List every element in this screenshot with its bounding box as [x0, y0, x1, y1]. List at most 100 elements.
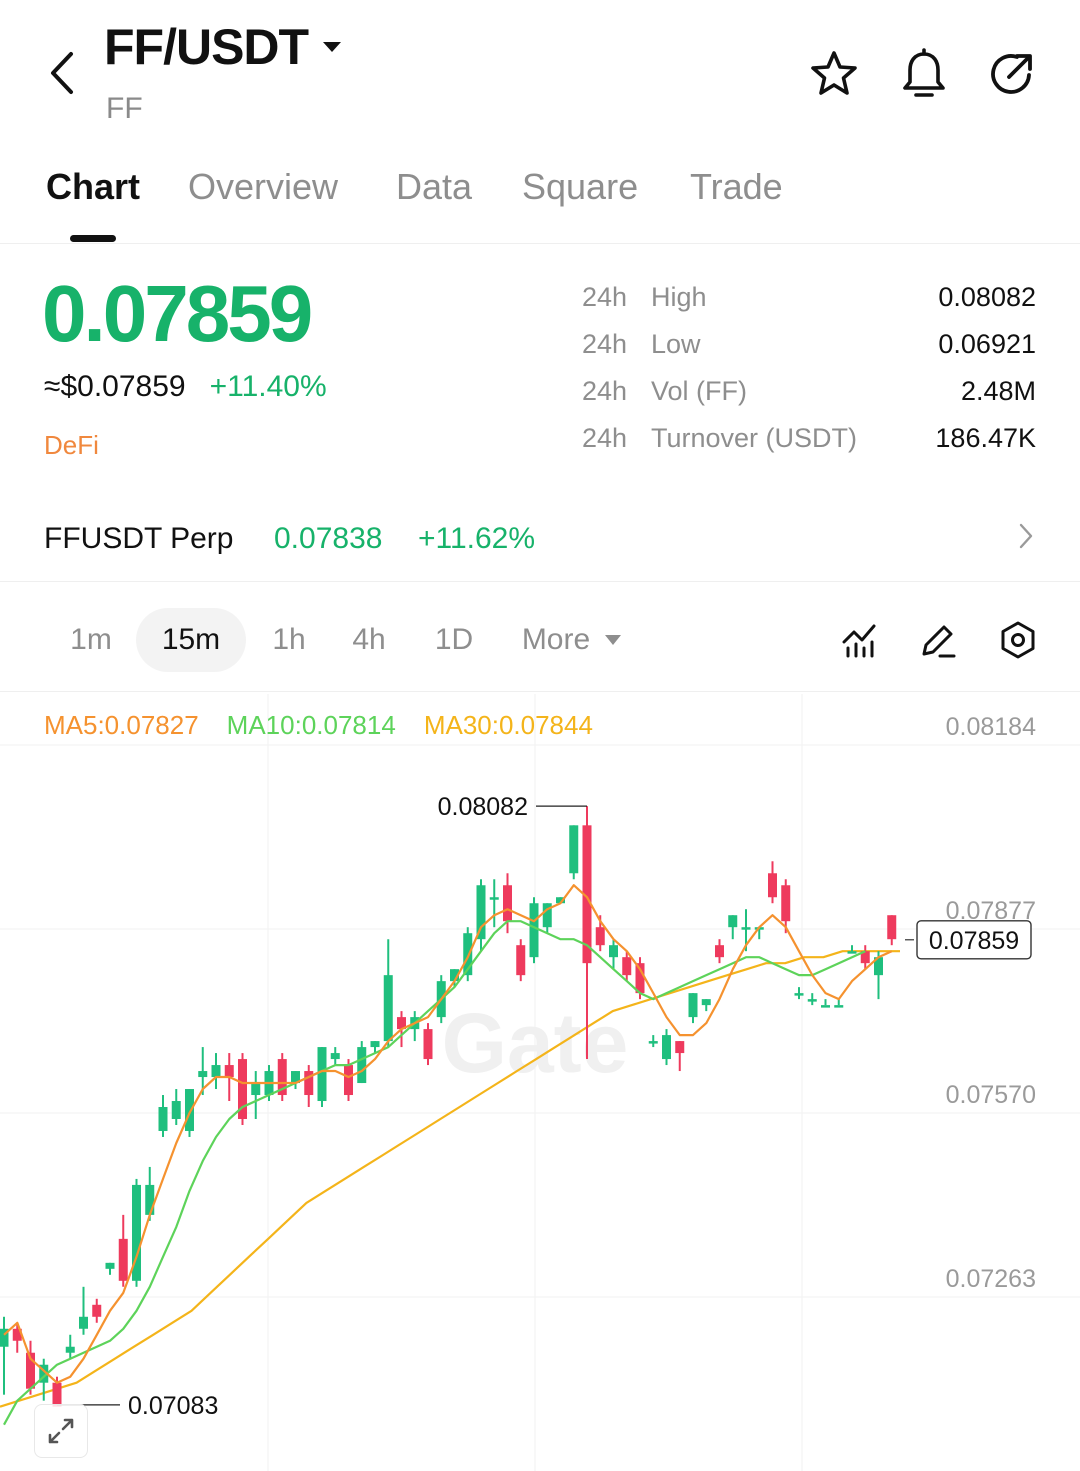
stat-period: 24h	[582, 282, 628, 312]
ma5-value: MA5:0.07827	[44, 710, 199, 740]
candle-body	[648, 1041, 658, 1044]
candle	[476, 879, 486, 952]
candle	[834, 999, 844, 1008]
stat-value: 0.08082	[938, 282, 1036, 312]
high-marker-label: 0.08082	[438, 793, 528, 821]
interval-1d[interactable]: 1D	[420, 608, 488, 672]
candle-body	[768, 873, 777, 898]
usd-price: ≈$0.07859	[44, 370, 186, 403]
indicators-button[interactable]	[838, 618, 882, 662]
candle-body	[821, 1005, 830, 1008]
candle	[118, 1214, 128, 1287]
candle	[569, 825, 579, 880]
tab-overview[interactable]: Overview	[188, 166, 338, 208]
tab-square[interactable]: Square	[522, 166, 638, 208]
interval-more-label: More	[521, 623, 591, 656]
chevron-right-icon	[1019, 523, 1033, 549]
candle-body	[781, 885, 791, 922]
y-axis: 0.081840.078770.075700.07263	[946, 713, 1036, 1293]
candle-body	[662, 1035, 671, 1060]
candle-body	[317, 1047, 327, 1102]
candle-body	[622, 957, 632, 976]
stat-label: Low	[651, 329, 701, 359]
candle	[489, 879, 499, 928]
candle	[529, 897, 539, 964]
candle	[92, 1298, 102, 1323]
candle-body	[476, 885, 486, 940]
settings-button[interactable]	[996, 618, 1040, 662]
candle-body	[383, 975, 393, 1042]
candle	[158, 1095, 168, 1137]
candle	[768, 861, 777, 904]
candle	[728, 915, 738, 940]
candle	[304, 1065, 314, 1108]
candle	[132, 1178, 141, 1287]
interval-more[interactable]: More	[508, 608, 636, 672]
tab-chart[interactable]: Chart	[46, 166, 140, 208]
candle	[251, 1071, 261, 1119]
candle	[648, 1035, 658, 1048]
candle-body	[807, 999, 817, 1002]
category-tag[interactable]: DeFi	[44, 430, 99, 461]
perp-link-row[interactable]: FFUSDT Perp 0.07838 +11.62%	[0, 494, 1080, 582]
candle	[79, 1286, 88, 1335]
candle-body	[357, 1047, 367, 1084]
share-icon	[991, 54, 1032, 94]
star-icon	[811, 51, 857, 95]
draw-button[interactable]	[916, 618, 960, 662]
candle-body	[79, 1316, 88, 1329]
alert-button[interactable]	[898, 48, 950, 100]
candle-body	[330, 1053, 340, 1060]
candle	[357, 1041, 367, 1084]
interval-15m[interactable]: 15m	[136, 608, 246, 672]
candle-body	[370, 1041, 380, 1048]
header: FF/USDT FF	[0, 0, 1080, 140]
interval-1m[interactable]: 1m	[52, 608, 130, 672]
interval-4h[interactable]: 4h	[336, 608, 402, 672]
price-summary: 0.07859 ≈$0.07859 +11.40% DeFi 24h High …	[0, 244, 1080, 484]
candle-body	[344, 1065, 353, 1096]
candle-body	[158, 1107, 168, 1131]
candle-body	[145, 1184, 155, 1215]
candle	[291, 1071, 300, 1090]
price-markers: 0.08082 0.07083 0.07859	[57, 793, 1032, 1420]
candle	[609, 939, 618, 970]
stat-period: 24h	[582, 376, 628, 406]
stat-label: High	[651, 282, 707, 312]
perp-name: FFUSDT Perp	[44, 522, 234, 555]
bell-icon	[903, 48, 945, 97]
tab-data[interactable]: Data	[396, 166, 472, 208]
candle-body	[251, 1083, 261, 1096]
candle	[715, 939, 724, 964]
candle-body	[887, 915, 897, 940]
share-button[interactable]	[986, 48, 1038, 100]
candle	[847, 945, 857, 954]
back-button[interactable]	[40, 48, 84, 98]
chart-canvas[interactable]: Gate 0.081840.078770.075700.07263 0.0808…	[0, 694, 1080, 1471]
stat-value: 186.47K	[935, 423, 1036, 453]
y-tick-label: 0.07263	[946, 1265, 1036, 1293]
candle-body	[834, 1005, 844, 1008]
candle-body	[171, 1101, 181, 1119]
interval-1h[interactable]: 1h	[256, 608, 322, 672]
tab-bar: Chart Overview Data Square Trade	[0, 150, 1080, 244]
tab-trade[interactable]: Trade	[690, 166, 783, 208]
fullscreen-button[interactable]	[34, 1404, 88, 1458]
candle	[0, 1316, 9, 1395]
stat-label: Turnover (USDT)	[651, 423, 858, 453]
chevron-left-icon	[51, 52, 73, 94]
pair-selector[interactable]: FF/USDT	[104, 18, 342, 76]
candle	[516, 939, 526, 982]
candle-body	[715, 945, 724, 958]
favorite-button[interactable]	[808, 48, 860, 100]
expand-icon	[48, 1418, 74, 1444]
candle-body	[675, 1041, 685, 1054]
candle	[701, 999, 711, 1012]
watermark: Gate	[442, 996, 629, 1090]
candle	[383, 939, 393, 1048]
kline-chart[interactable]: Gate 0.08184 0.07877 0.07570 0.07263 0.0808…	[0, 694, 1080, 1471]
stat-high: 24h High 0.08082	[582, 282, 1036, 329]
indicators-icon	[842, 624, 876, 658]
candle-body	[701, 999, 711, 1006]
pencil-icon	[922, 625, 956, 658]
